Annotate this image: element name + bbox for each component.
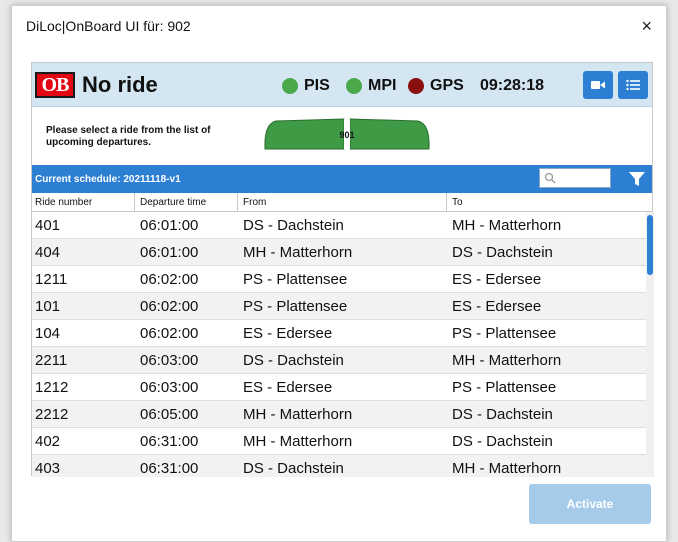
departure-time-cell: 06:03:00 (140, 379, 199, 396)
from-cell: ES - Edersee (243, 379, 333, 396)
onboard-panel: OB No ride PIS MPI GPS 09:28:18 Please s… (31, 62, 654, 477)
to-cell: PS - Plattensee (452, 379, 557, 396)
to-cell: MH - Matterhorn (452, 352, 562, 369)
table-scrollbar[interactable] (646, 212, 654, 477)
pis-status-dot-icon (282, 78, 298, 94)
departure-time-cell: 06:02:00 (140, 298, 199, 315)
info-row: Please select a ride from the list of up… (32, 107, 652, 165)
video-camera-icon (591, 81, 605, 89)
ride-number-cell: 2212 (35, 406, 69, 423)
list-icon (626, 79, 640, 91)
indicator-label: GPS (430, 77, 464, 94)
clock: 09:28:18 (480, 77, 545, 94)
ride-number-cell: 1211 (35, 271, 68, 288)
ob-logo: OB (35, 72, 75, 98)
ride-list-button[interactable] (618, 71, 648, 99)
mpi-status-dot-icon (346, 78, 362, 94)
ride-number-cell: 404 (35, 244, 61, 261)
indicator-pis: PIS (282, 77, 330, 95)
indicator-gps: GPS (408, 77, 464, 95)
schedule-bar: Current schedule: 20211118-v1 (32, 165, 652, 193)
from-cell: MH - Matterhorn (243, 433, 353, 450)
column-header-ride-number[interactable]: Ride number (35, 197, 92, 208)
select-ride-hint: Please select a ride from the list of up… (46, 125, 211, 148)
column-divider (237, 193, 238, 212)
ride-number-cell: 1212 (35, 379, 69, 396)
filter-icon[interactable] (628, 170, 646, 188)
from-cell: DS - Dachstein (243, 460, 344, 477)
search-input[interactable] (539, 168, 611, 188)
dialog-title: DiLoc|OnBoard UI für: 902 (26, 18, 191, 34)
indicator-label: MPI (368, 77, 397, 94)
column-header-from[interactable]: From (243, 197, 266, 208)
to-cell: MH - Matterhorn (452, 460, 562, 477)
search-icon (544, 172, 556, 184)
departure-time-cell: 06:01:00 (140, 217, 199, 234)
from-cell: PS - Plattensee (243, 271, 348, 288)
table-row[interactable]: 402 06:31:00 MH - Matterhorn DS - Dachst… (32, 428, 646, 455)
departure-time-cell: 06:03:00 (140, 352, 199, 369)
to-cell: MH - Matterhorn (452, 217, 562, 234)
activate-button[interactable]: Activate (529, 484, 651, 524)
to-cell: DS - Dachstein (452, 406, 553, 423)
current-schedule-label: Current schedule: 20211118-v1 (35, 174, 181, 185)
ride-number-cell: 403 (35, 460, 61, 477)
column-divider (134, 193, 135, 212)
departure-time-cell: 06:31:00 (140, 433, 199, 450)
table-row[interactable]: 1212 06:03:00 ES - Edersee PS - Plattens… (32, 374, 646, 401)
column-header-departure-time[interactable]: Departure time (140, 197, 206, 208)
table-row[interactable]: 104 06:02:00 ES - Edersee PS - Plattense… (32, 320, 646, 347)
ride-number-cell: 2211 (35, 352, 68, 369)
to-cell: ES - Edersee (452, 271, 542, 288)
table-row[interactable]: 401 06:01:00 DS - Dachstein MH - Matterh… (32, 212, 646, 239)
ride-number-cell: 402 (35, 433, 61, 450)
column-divider (446, 193, 447, 212)
table-row[interactable]: 1211 06:02:00 PS - Plattensee ES - Eders… (32, 266, 646, 293)
table-row[interactable]: 404 06:01:00 MH - Matterhorn DS - Dachst… (32, 239, 646, 266)
ride-status: No ride (82, 72, 158, 97)
scrollbar-thumb[interactable] (647, 215, 653, 275)
from-cell: PS - Plattensee (243, 298, 348, 315)
table-row[interactable]: 2212 06:05:00 MH - Matterhorn DS - Dachs… (32, 401, 646, 428)
to-cell: ES - Edersee (452, 298, 542, 315)
departure-time-cell: 06:01:00 (140, 244, 199, 261)
to-cell: DS - Dachstein (452, 433, 553, 450)
indicator-label: PIS (304, 77, 330, 94)
status-bar: OB No ride PIS MPI GPS 09:28:18 (32, 63, 652, 107)
dialog-titlebar: DiLoc|OnBoard UI für: 902 × (12, 6, 666, 46)
from-cell: MH - Matterhorn (243, 406, 353, 423)
to-cell: PS - Plattensee (452, 325, 557, 342)
from-cell: ES - Edersee (243, 325, 333, 342)
departure-time-cell: 06:02:00 (140, 271, 199, 288)
table-header: Ride number Departure time From To (32, 193, 652, 212)
to-cell: DS - Dachstein (452, 244, 553, 261)
departure-time-cell: 06:05:00 (140, 406, 199, 423)
ride-number-cell: 101 (35, 298, 61, 315)
table-row[interactable]: 403 06:31:00 DS - Dachstein MH - Matterh… (32, 455, 646, 477)
departure-time-cell: 06:31:00 (140, 460, 199, 477)
departure-time-cell: 06:02:00 (140, 325, 199, 342)
from-cell: DS - Dachstein (243, 352, 344, 369)
dialog: DiLoc|OnBoard UI für: 902 × OB No ride P… (11, 5, 667, 542)
close-icon[interactable]: × (641, 17, 652, 35)
table-row[interactable]: 2211 06:03:00 DS - Dachstein MH - Matter… (32, 347, 646, 374)
from-cell: DS - Dachstein (243, 217, 344, 234)
gps-status-dot-icon (408, 78, 424, 94)
table-row[interactable]: 101 06:02:00 PS - Plattensee ES - Ederse… (32, 293, 646, 320)
ride-number-cell: 104 (35, 325, 61, 342)
ride-number-cell: 401 (35, 217, 61, 234)
train-icon: 901 (264, 118, 430, 150)
rides-table-body: 401 06:01:00 DS - Dachstein MH - Matterh… (32, 212, 646, 477)
video-button[interactable] (583, 71, 613, 99)
indicator-mpi: MPI (346, 77, 396, 95)
train-number: 901 (339, 130, 354, 140)
column-header-to[interactable]: To (452, 197, 463, 208)
from-cell: MH - Matterhorn (243, 244, 353, 261)
